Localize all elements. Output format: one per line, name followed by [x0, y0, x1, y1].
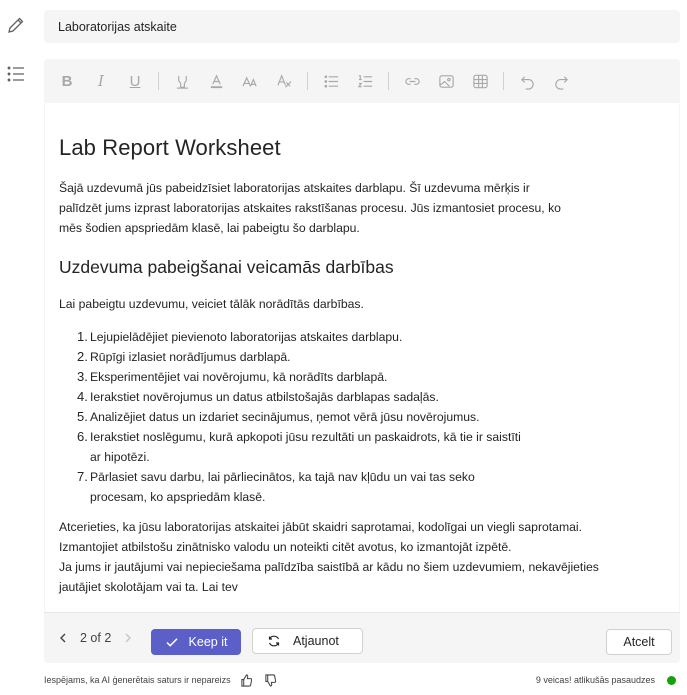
closing-paragraph-2: Ja jums ir jautājumi vai nepieciešama pa…: [59, 560, 599, 594]
bold-icon[interactable]: B: [56, 70, 78, 92]
step-text: Ierakstiet novērojumus un datus atbilsto…: [90, 390, 439, 404]
formatting-toolbar: B I U: [44, 59, 680, 103]
edit-icon[interactable]: [5, 14, 27, 36]
thumbs-down-icon[interactable]: [263, 672, 279, 688]
title-input-value: Laboratorijas atskaite: [58, 19, 177, 34]
regenerate-label: Atjaunot: [293, 634, 339, 648]
step-text: Analizējiet datus un izdariet secinājumu…: [90, 410, 480, 424]
link-icon[interactable]: [401, 70, 423, 92]
refresh-icon: [268, 635, 280, 647]
document-title: Lab Report Worksheet: [59, 135, 281, 160]
ai-disclaimer: Iespējams, ka AI ģenerētais saturs ir ne…: [44, 675, 231, 685]
steps-list: 1. Lejupielādējiet pievienoto laboratorij…: [59, 327, 529, 507]
cancel-label: Atcelt: [623, 635, 655, 649]
font-color-icon[interactable]: [205, 70, 227, 92]
chevron-left-icon[interactable]: [54, 629, 72, 647]
toolbar-divider: [307, 72, 308, 90]
title-input[interactable]: Laboratorijas atskaite: [44, 10, 680, 43]
undo-icon[interactable]: [516, 70, 538, 92]
remaining-count: 9 veicas! atlikušās pasaudzes: [535, 675, 655, 685]
clear-format-icon[interactable]: [273, 70, 295, 92]
keep-it-label: Keep it: [188, 635, 228, 649]
underline-icon[interactable]: U: [124, 70, 146, 92]
step-text: Eksperimentējiet vai novērojumu, kā norā…: [90, 370, 388, 384]
checkmark-icon: [166, 638, 178, 647]
redo-icon[interactable]: [550, 70, 572, 92]
step-text: Rūpīgi izlasiet norādījumus darblapā.: [90, 350, 291, 364]
step-number: 4.: [77, 389, 88, 404]
regenerate-button[interactable]: Atjaunot: [252, 628, 363, 654]
toolbar-divider: [388, 72, 389, 90]
closing-paragraph: Atcerieties, ka jūsu laboratorijas atska…: [59, 520, 582, 554]
intro-paragraph: Šajā uzdevumā jūs pabeidzīsiet laborator…: [59, 181, 561, 235]
rich-text-editor: B I U Lab Report Worksheet Šajā uzdevumā…: [44, 59, 680, 612]
list-item: 6. Ierakstiet noslēgumu, kurā apkopoti jū…: [77, 427, 529, 467]
bullet-list-icon[interactable]: [320, 70, 342, 92]
section-heading: Uzdevuma pabeigšanai veicamās darbības: [59, 257, 394, 277]
status-indicator: [667, 675, 676, 685]
list-item: 4. Ierakstiet novērojumus un datus atbils…: [77, 387, 529, 407]
step-number: 3.: [77, 369, 88, 384]
pager-count: 2 of 2: [80, 631, 112, 645]
italic-icon[interactable]: I: [90, 70, 112, 92]
steps-intro: Lai pabeigtu uzdevumu, veiciet tālāk nor…: [59, 297, 364, 311]
step-number: 2.: [77, 349, 88, 364]
font-size-icon[interactable]: [239, 70, 261, 92]
step-number: 1.: [77, 329, 88, 344]
document-body[interactable]: Lab Report Worksheet Šajā uzdevumā jūs p…: [44, 103, 680, 612]
usage-status: 9 veicas! atlikušās pasaudzes: [536, 675, 676, 685]
list-item: 5. Analizējiet datus un izdariet secināju…: [77, 407, 529, 427]
footer: Iespējams, ka AI ģenerētais saturs ir ne…: [44, 671, 684, 689]
suggestion-pager: 2 of 2: [54, 629, 137, 647]
table-icon[interactable]: [469, 70, 491, 92]
suggestion-action-bar: 2 of 2 Keep it Atjaunot Atcelt: [44, 612, 680, 663]
list-item: 3. Eksperimentējiet vai novērojumu, kā no…: [77, 367, 529, 387]
numbered-list-icon[interactable]: [354, 70, 376, 92]
cancel-button[interactable]: Atcelt: [606, 629, 672, 655]
step-number: 7.: [77, 469, 88, 484]
keep-it-button[interactable]: Keep it: [151, 629, 241, 655]
left-rail: [0, 0, 34, 695]
step-text: Pārlasiet savu darbu, lai pārliecinātos,…: [90, 470, 475, 504]
step-text: Ierakstiet noslēgumu, kurā apkopoti jūsu…: [90, 430, 521, 464]
step-text: Lejupielādējiet pievienoto laboratorijas…: [90, 330, 403, 344]
highlight-icon[interactable]: [171, 70, 193, 92]
toolbar-divider: [158, 72, 159, 90]
list-item: 1. Lejupielādējiet pievienoto laboratorij…: [77, 327, 529, 347]
chevron-right-icon[interactable]: [119, 629, 137, 647]
step-number: 6.: [77, 429, 88, 444]
step-number: 5.: [77, 409, 88, 424]
image-icon[interactable]: [435, 70, 457, 92]
toolbar-divider: [503, 72, 504, 90]
thumbs-up-icon[interactable]: [239, 672, 255, 688]
list-item: 2. Rūpīgi izlasiet norādījumus darblapā.: [77, 347, 529, 367]
list-icon[interactable]: [5, 63, 27, 85]
list-item: 7. Pārlasiet savu darbu, lai pārliecināto…: [77, 467, 529, 507]
